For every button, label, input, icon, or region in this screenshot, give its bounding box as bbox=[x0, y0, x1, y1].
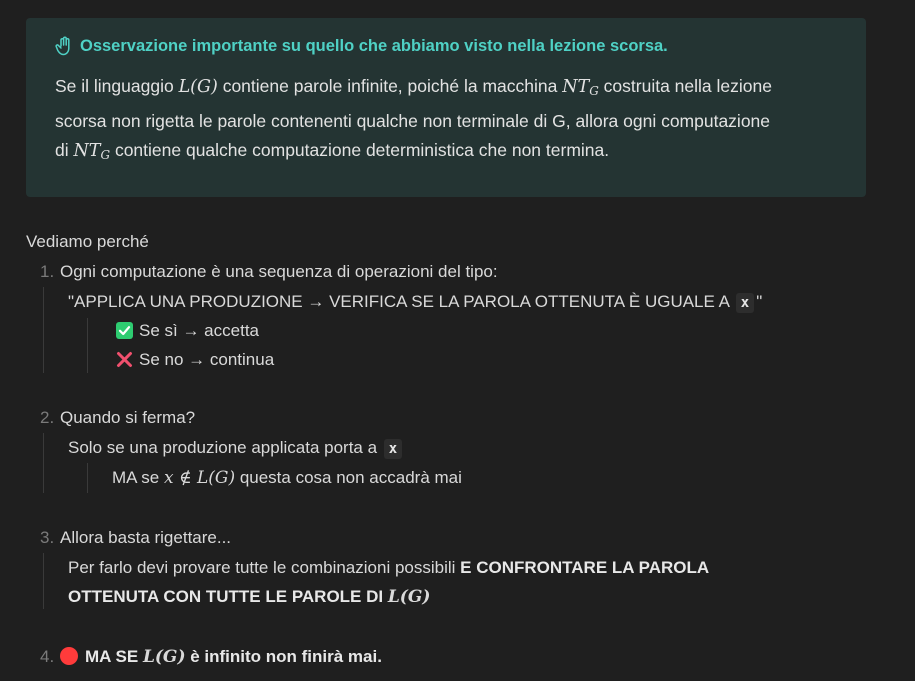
indent-rule bbox=[43, 433, 44, 493]
callout-line-2: scorsa non rigetta le parole contenenti … bbox=[55, 110, 771, 131]
callout-title: Osservazione importante su quello che ab… bbox=[55, 36, 842, 56]
check-mark-icon bbox=[116, 322, 133, 339]
raised-hand-icon bbox=[55, 36, 70, 56]
indent-rule bbox=[87, 318, 88, 373]
cross-mark-icon bbox=[116, 351, 133, 368]
list-item: 4. MA SE L(G) è infinito non finirà mai. bbox=[40, 647, 382, 667]
list-item: 2. Quando si ferma? bbox=[40, 408, 196, 427]
indent-rule bbox=[87, 463, 88, 493]
indent-rule bbox=[43, 553, 44, 609]
no-line: Se no → continua bbox=[116, 350, 274, 370]
list-number: 4. bbox=[40, 647, 55, 666]
red-circle-icon bbox=[60, 647, 78, 665]
math-expression: L(G) bbox=[142, 647, 186, 667]
callout-box: Osservazione importante su quello che ab… bbox=[26, 18, 866, 197]
callout-title-text: Osservazione importante su quello che ab… bbox=[80, 36, 668, 55]
math-ntg: NTG bbox=[73, 141, 111, 162]
list-number: 3. bbox=[40, 528, 55, 547]
list-item: 3. Allora basta rigettare... bbox=[40, 528, 232, 547]
math-expression: L(G) bbox=[387, 587, 431, 607]
inline-code: x bbox=[735, 293, 755, 313]
item2-line2: MA se x ∉ L(G) questa cosa non accadrà m… bbox=[112, 468, 462, 488]
list-number: 1. bbox=[40, 262, 55, 281]
item2-line1: Solo se una produzione applicata porta a… bbox=[68, 438, 404, 459]
math-expression: x ∉ L(G) bbox=[163, 468, 236, 488]
item3-line2: OTTENUTA CON TUTTE LE PAROLE DI L(G) bbox=[68, 587, 431, 607]
quote-line: "APPLICA UNA PRODUZIONE → VERIFICA SE LA… bbox=[68, 292, 763, 313]
lead-text: Vediamo perché bbox=[26, 232, 149, 251]
indent-rule bbox=[43, 287, 44, 373]
callout-body: Se il linguaggio L(G) contiene parole in… bbox=[55, 72, 842, 171]
item3-line1: Per farlo devi provare tutte le combinaz… bbox=[68, 558, 710, 577]
list-number: 2. bbox=[40, 408, 55, 427]
yes-line: Se sì → accetta bbox=[116, 321, 259, 341]
list-item: 1. Ogni computazione è una sequenza di op… bbox=[40, 262, 498, 281]
math-lg: L(G) bbox=[178, 77, 218, 97]
callout-line-3: di NTG contiene qualche computazione det… bbox=[55, 140, 610, 162]
callout-line-1: Se il linguaggio L(G) contiene parole in… bbox=[55, 76, 772, 98]
inline-code: x bbox=[383, 439, 403, 459]
math-ntg: NTG bbox=[562, 77, 599, 98]
